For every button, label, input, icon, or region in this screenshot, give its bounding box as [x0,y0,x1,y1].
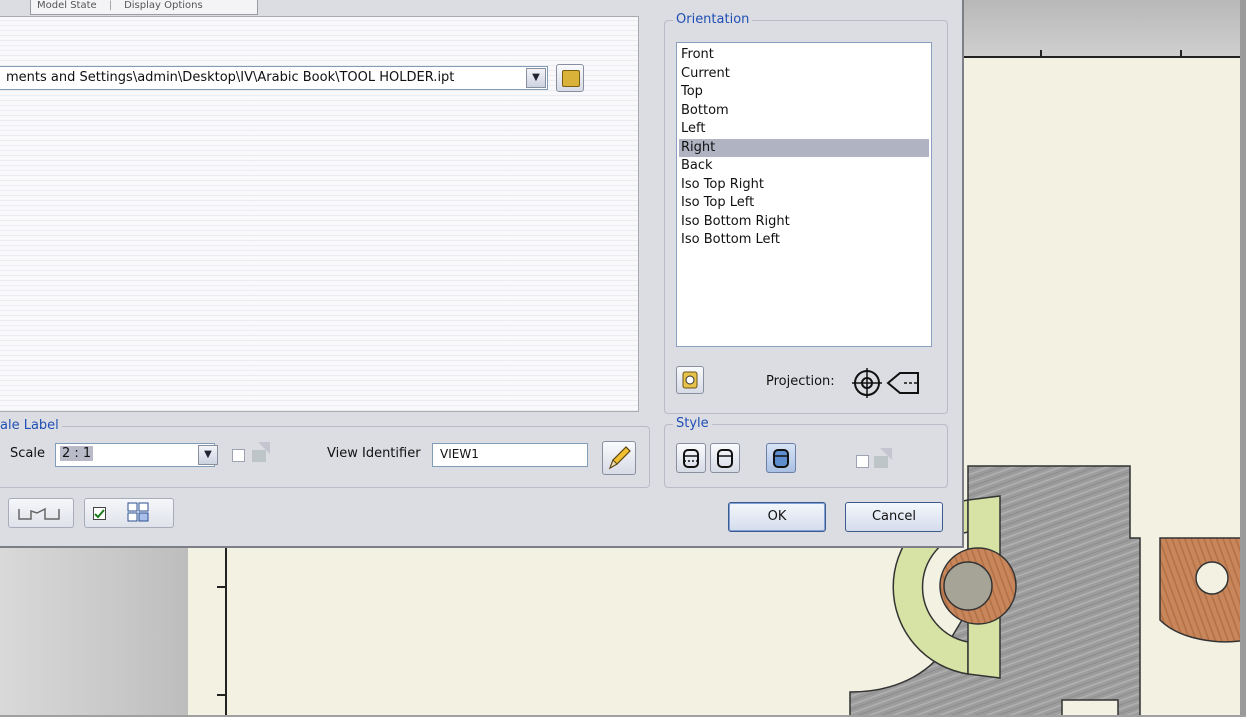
view-identifier-label: View Identifier [327,446,421,461]
scale-dropdown-button[interactable]: ▼ [198,445,218,465]
sheet-border-top [962,56,1242,58]
scale-label: Scale [10,446,45,461]
sheet-top-band [962,0,1246,56]
tab-model-state[interactable]: Model State [31,0,103,11]
hole-circle [1195,561,1229,595]
orientation-item-iso-top-left[interactable]: Iso Top Left [679,194,929,213]
preview-checkbox[interactable] [93,507,106,520]
orientation-list[interactable]: Front Current Top Bottom Left Right Back… [676,42,932,347]
change-view-orientation-button[interactable] [676,366,704,394]
file-dropdown-button[interactable]: ▼ [526,68,546,88]
tab-strip: Model State | Display Options [30,0,258,15]
visible-line-cylinder-icon [717,449,733,468]
chevron-down-icon: ▼ [532,72,540,83]
style-shaded-button[interactable] [766,443,796,473]
orientation-item-front[interactable]: Front [679,46,929,65]
open-file-button[interactable] [556,64,584,92]
window-edge [1240,0,1246,717]
style-from-base-checkbox[interactable] [856,455,869,468]
checkmark-icon [94,509,105,519]
scale-visibility-checkbox[interactable] [232,449,245,462]
style-hidden-line-button[interactable] [676,443,706,473]
orientation-item-right[interactable]: Right [679,138,929,157]
preview-layout-icon[interactable] [127,502,149,524]
orientation-item-top[interactable]: Top [679,83,929,102]
sheet-border-left [225,548,227,717]
border-tick [1180,50,1182,58]
pin-section [943,561,993,611]
open-folder-icon [562,70,580,87]
projection-first-angle-icon[interactable] [852,366,922,400]
tab-display-options[interactable]: Display Options [118,0,209,11]
shaded-cylinder-icon [773,449,789,468]
orientation-item-left[interactable]: Left [679,120,929,139]
style-from-base-icon [874,448,892,468]
orientation-item-current[interactable]: Current [679,65,929,84]
display-options-toggle[interactable] [8,498,74,528]
sheet-gray-margin [0,545,188,717]
scale-label-group-label: ale Label [0,418,62,433]
border-tick [217,694,225,696]
projection-label: Projection: [766,374,835,389]
ok-button[interactable]: OK [728,502,826,532]
orientation-item-iso-bottom-left[interactable]: Iso Bottom Left [679,231,929,250]
pencil-icon [608,446,631,470]
hidden-line-cylinder-icon [683,449,699,468]
orientation-item-iso-bottom-right[interactable]: Iso Bottom Right [679,213,929,232]
style-group-label: Style [673,416,712,431]
scale-value: 2 : 1 [60,446,94,461]
file-path-value: ments and Settings\admin\Desktop\IV\Arab… [6,70,455,85]
glasses-icon [18,507,60,520]
drawing-view-dialog: Model State | Display Options ments and Se… [0,0,964,548]
style-group [664,424,948,488]
orientation-item-back[interactable]: Back [679,157,929,176]
edit-view-label-button[interactable] [602,441,636,475]
orientation-item-bottom[interactable]: Bottom [679,102,929,121]
border-tick [217,586,225,588]
view-identifier-value: VIEW1 [440,447,479,461]
orientation-group-label: Orientation [673,12,753,27]
style-hidden-line-removed-button[interactable] [710,443,740,473]
label-visibility-icon [252,442,270,462]
preview-options-group [84,498,174,528]
chevron-down-icon: ▼ [204,449,212,460]
cancel-button[interactable]: Cancel [845,502,943,532]
orientation-item-iso-top-right[interactable]: Iso Top Right [679,176,929,195]
border-tick [1040,50,1042,58]
camera-view-icon [682,371,698,389]
